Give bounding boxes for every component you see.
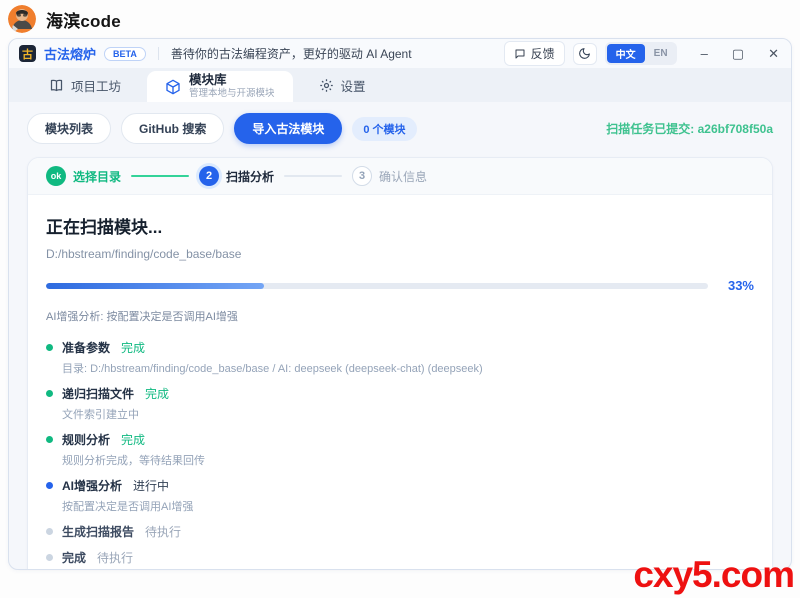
page-title: 海滨code [46, 11, 121, 31]
step-detail: 目录: D:/hbstream/finding/code_base/base /… [62, 363, 483, 375]
app-tagline: 善待你的古法编程资产，更好的驱动 AI Agent [170, 47, 412, 61]
step3-badge: 3 [352, 166, 373, 186]
step-name: 生成扫描报告 [62, 525, 135, 539]
step-detail: 按配置决定是否调用AI增强 [62, 501, 194, 513]
app-logo-icon: 古 [19, 45, 36, 62]
chat-bubble-icon [514, 48, 526, 60]
feedback-label: 反馈 [530, 47, 555, 61]
stepper-step-select-dir: ok 选择目录 [46, 166, 121, 186]
status-dot [46, 554, 53, 561]
status-dot [46, 528, 53, 535]
status-dot [46, 436, 53, 443]
maximize-button[interactable]: ▢ [732, 47, 744, 60]
gear-icon [319, 78, 334, 93]
scan-step-generate-report: 生成扫描报告 待执行 [46, 523, 754, 540]
stepper-step-confirm-info: 3 确认信息 [352, 166, 427, 186]
stepper-connector [131, 175, 190, 177]
stepper-step-scan-analysis: 2 扫描分析 [199, 166, 274, 186]
step-name: AI增强分析 [62, 479, 123, 493]
scan-card: ok 选择目录 2 扫描分析 3 确认信息 正在扫描模块... D:/hbstr… [27, 157, 773, 569]
scan-step-rule-analysis: 规则分析 完成 规则分析完成，等待结果回传 [46, 431, 754, 468]
step-name: 完成 [62, 551, 87, 565]
content: 模块列表 GitHub 搜索 导入古法模块 0 个模块 扫描任务已提交: a26… [9, 102, 791, 569]
step-status: 完成 [121, 433, 146, 447]
tab-workshop[interactable]: 项目工坊 [23, 68, 147, 102]
titlebar: 古 古法熔炉 BETA 善待你的古法编程资产，更好的驱动 AI Agent 反馈 [9, 39, 791, 68]
page: 海滨code 古 古法熔炉 BETA 善待你的古法编程资产，更好的驱动 AI A… [0, 0, 800, 598]
module-count-badge: 0 个模块 [352, 116, 417, 141]
subnav: 模块列表 GitHub 搜索 导入古法模块 0 个模块 扫描任务已提交: a26… [27, 113, 773, 144]
dark-mode-toggle[interactable] [572, 42, 597, 65]
progress-row: 33% [46, 278, 754, 293]
step-detail: 文件索引建立中 [62, 409, 139, 421]
scan-title: 正在扫描模块... [46, 218, 163, 237]
app-name: 古法熔炉 [44, 47, 97, 62]
moon-icon [578, 47, 591, 60]
step2-badge: 2 [199, 166, 220, 186]
progress-bar [46, 282, 708, 289]
step-status: 进行中 [133, 479, 170, 493]
status-dot [46, 482, 53, 489]
scan-steps-list: 准备参数 完成 目录: D:/hbstream/finding/code_bas… [46, 339, 754, 566]
scan-submitted-status: 扫描任务已提交: a26bf708f50a [606, 122, 773, 136]
tab-module-library[interactable]: 模块库 管理本地与开源模块 [147, 71, 293, 102]
top-header: 海滨code [0, 0, 800, 38]
scan-step-ai-enhance: AI增强分析 进行中 按配置决定是否调用AI增强 [46, 477, 754, 514]
tab-workshop-label: 项目工坊 [71, 79, 122, 94]
minimize-button[interactable]: – [701, 47, 708, 60]
close-button[interactable]: ✕ [768, 47, 779, 60]
scan-hint: AI增强分析: 按配置决定是否调用AI增强 [46, 311, 238, 323]
tab-settings[interactable]: 设置 [293, 68, 392, 102]
module-list-button[interactable]: 模块列表 [27, 113, 112, 144]
scan-path: D:/hbstream/finding/code_base/base [46, 247, 242, 261]
window-controls: – ▢ ✕ [701, 47, 779, 60]
avatar [8, 5, 36, 33]
lang-en-button[interactable]: EN [647, 46, 675, 61]
stepper-connector [284, 175, 343, 177]
lang-zh-button[interactable]: 中文 [606, 44, 645, 63]
step-name: 准备参数 [62, 341, 111, 355]
scan-step-prepare-params: 准备参数 完成 目录: D:/hbstream/finding/code_bas… [46, 339, 754, 376]
step3-label: 确认信息 [379, 169, 428, 184]
divider [157, 47, 159, 60]
github-search-button[interactable]: GitHub 搜索 [121, 113, 225, 144]
package-icon [165, 79, 181, 95]
step-name: 规则分析 [62, 433, 111, 447]
step-status: 完成 [145, 387, 170, 401]
book-icon [49, 78, 64, 93]
beta-badge: BETA [104, 46, 146, 61]
app-window: 古 古法熔炉 BETA 善待你的古法编程资产，更好的驱动 AI Agent 反馈 [8, 38, 792, 570]
step-status: 完成 [121, 341, 146, 355]
watermark: cxy5.com [633, 554, 795, 595]
step2-label: 扫描分析 [226, 169, 275, 184]
status-dot [46, 344, 53, 351]
import-module-button[interactable]: 导入古法模块 [234, 113, 343, 144]
tab-settings-label: 设置 [340, 79, 366, 94]
progress-fill [46, 282, 265, 289]
tab-module-library-subtitle: 管理本地与开源模块 [189, 88, 275, 100]
step1-badge: ok [46, 166, 66, 186]
language-toggle[interactable]: 中文 EN [604, 42, 677, 65]
step-detail: 规则分析完成，等待结果回传 [62, 455, 205, 467]
feedback-button[interactable]: 反馈 [503, 41, 565, 66]
scan-step-recursive-scan: 递归扫描文件 完成 文件索引建立中 [46, 385, 754, 422]
step-status: 待执行 [97, 551, 134, 565]
status-dot [46, 390, 53, 397]
tab-strip: 项目工坊 模块库 管理本地与开源模块 设置 [9, 68, 791, 102]
progress-percent: 33% [727, 278, 754, 293]
tab-module-library-label: 模块库 [189, 72, 227, 87]
scan-card-body: 正在扫描模块... D:/hbstream/finding/code_base/… [28, 195, 772, 569]
stepper: ok 选择目录 2 扫描分析 3 确认信息 [28, 158, 772, 195]
step-name: 递归扫描文件 [62, 387, 135, 401]
step-status: 待执行 [145, 525, 182, 539]
step1-label: 选择目录 [73, 169, 122, 184]
